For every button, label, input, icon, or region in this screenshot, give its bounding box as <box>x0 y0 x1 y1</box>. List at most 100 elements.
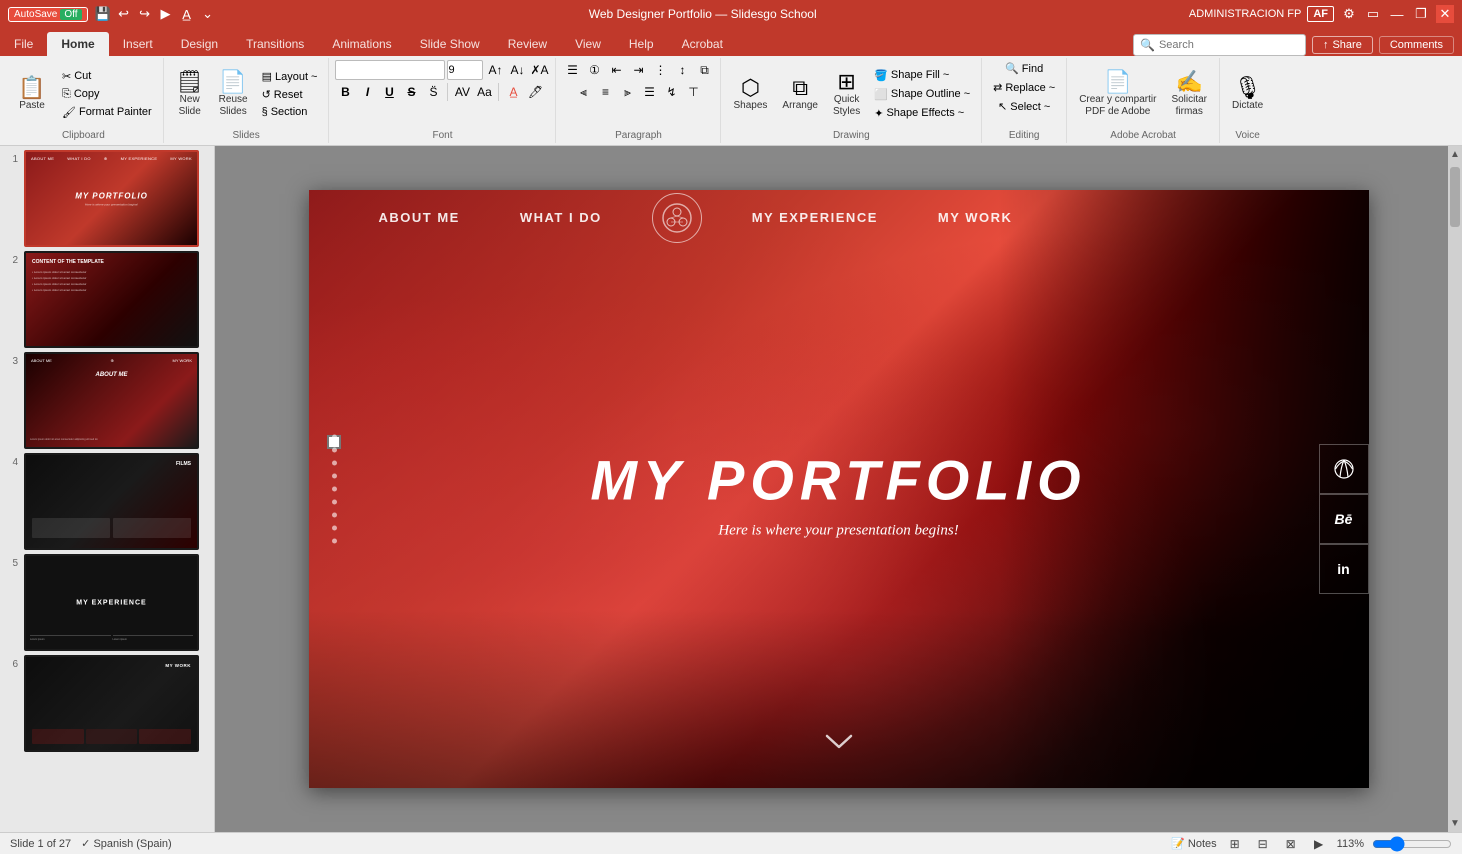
copy-button[interactable]: ⎘ Copy <box>57 86 157 103</box>
underline-button[interactable]: U <box>379 82 399 102</box>
slide-canvas[interactable]: ABOUT ME WHAT I DO MY EXPERIENCE MY <box>309 190 1369 788</box>
tab-help[interactable]: Help <box>615 32 668 56</box>
align-right-button[interactable]: ⫸ <box>617 82 637 102</box>
columns-button[interactable]: ⋮ <box>650 60 670 80</box>
nav-my-work[interactable]: MY WORK <box>908 210 1043 225</box>
shape-effects-button[interactable]: ✦ Shape Effects ~ <box>869 105 975 122</box>
comments-button[interactable]: Comments <box>1379 36 1454 54</box>
solicitar-firmas-button[interactable]: ✍ Solicitarfirmas <box>1165 68 1213 121</box>
slide-2-thumbnail[interactable]: CONTENT OF THE TEMPLATE • Lorem ipsum do… <box>24 251 199 348</box>
numbering-button[interactable]: ① <box>584 60 604 80</box>
quick-styles-button[interactable]: ⊞ QuickStyles <box>827 68 866 121</box>
shape-fill-button[interactable]: 🪣 Shape Fill ~ <box>869 67 975 84</box>
nav-experience[interactable]: MY EXPERIENCE <box>722 210 908 225</box>
reset-button[interactable]: ↺ Reset <box>257 86 323 103</box>
italic-button[interactable]: I <box>357 82 377 102</box>
slide-thumb-6[interactable]: 6 MY WORK <box>4 655 210 752</box>
convert-smartart-button[interactable]: ⧉ <box>694 60 714 80</box>
text-direction-button[interactable]: ↯ <box>661 82 681 102</box>
font-case-button[interactable]: Aa <box>474 82 494 102</box>
customize-icon[interactable]: A̲ <box>178 5 196 23</box>
font-size-decrease-button[interactable]: A↓ <box>507 60 527 80</box>
present-icon[interactable]: ▶ <box>157 5 175 23</box>
tab-insert[interactable]: Insert <box>109 32 167 56</box>
share-button[interactable]: ↑ Share <box>1312 36 1373 54</box>
tab-view[interactable]: View <box>561 32 615 56</box>
create-share-pdf-button[interactable]: 📄 Crear y compartirPDF de Adobe <box>1073 68 1162 121</box>
quick-access-expand[interactable]: ⌄ <box>199 5 217 23</box>
text-shadow-button[interactable]: S̈ <box>423 82 443 102</box>
character-spacing-button[interactable]: AV <box>452 82 472 102</box>
slide-sorter-button[interactable]: ⊟ <box>1253 836 1273 852</box>
line-spacing-button[interactable]: ↕ <box>672 60 692 80</box>
find-button[interactable]: 🔍 Find <box>1000 60 1048 77</box>
social-dribbble[interactable] <box>1319 444 1369 494</box>
ribbon-search-box[interactable]: 🔍 <box>1133 34 1306 56</box>
highlight-button[interactable]: 🖊 <box>525 82 545 102</box>
nav-what-i-do[interactable]: WHAT I DO <box>490 210 632 225</box>
save-icon[interactable]: 💾 <box>94 5 112 23</box>
slide-thumb-1[interactable]: 1 ABOUT ME WHAT I DO ⊕ MY EXPERIENCE MY … <box>4 150 210 247</box>
social-linkedin[interactable]: in <box>1319 544 1369 594</box>
tab-home[interactable]: Home <box>47 32 108 56</box>
shapes-button[interactable]: ⬡ Shapes <box>727 74 773 115</box>
nav-about-me[interactable]: ABOUT ME <box>349 210 490 225</box>
ribbon-display-icon[interactable]: ▭ <box>1364 5 1382 23</box>
font-color-button[interactable]: A̲ <box>503 82 523 102</box>
canvas-scrollbar[interactable]: ▲ ▼ <box>1448 146 1462 832</box>
section-button[interactable]: § Section <box>257 104 323 120</box>
replace-button[interactable]: ⇄ Replace ~ <box>988 79 1060 96</box>
slide-thumb-3[interactable]: 3 ABOUT ME ⊕ MY WORK ABOUT ME Lorem ipsu… <box>4 352 210 449</box>
tab-review[interactable]: Review <box>494 32 561 56</box>
new-slide-button[interactable]: 🗒 NewSlide <box>170 68 210 121</box>
align-left-button[interactable]: ⫷ <box>573 82 593 102</box>
minimize-button[interactable]: — <box>1388 5 1406 23</box>
format-painter-button[interactable]: 🖌 Format Painter <box>57 104 157 121</box>
zoom-slider[interactable] <box>1372 837 1452 851</box>
social-behance[interactable]: Bē <box>1319 494 1369 544</box>
dictate-button[interactable]: 🎙 Dictate <box>1226 74 1269 115</box>
scroll-up-arrow[interactable]: ▲ <box>1447 146 1462 163</box>
notes-button[interactable]: 📝 Notes <box>1171 837 1217 850</box>
slide-3-thumbnail[interactable]: ABOUT ME ⊕ MY WORK ABOUT ME Lorem ipsum … <box>24 352 199 449</box>
strikethrough-button[interactable]: S <box>401 82 421 102</box>
align-text-button[interactable]: ⊤ <box>683 82 703 102</box>
settings-icon[interactable]: ⚙ <box>1340 5 1358 23</box>
slideshow-button[interactable]: ▶ <box>1309 836 1329 852</box>
clear-formatting-button[interactable]: ✗A <box>529 60 549 80</box>
slide-thumb-4[interactable]: 4 FILMS <box>4 453 210 550</box>
undo-icon[interactable]: ↩ <box>115 5 133 23</box>
font-name-input[interactable] <box>335 60 445 80</box>
slide-thumb-2[interactable]: 2 CONTENT OF THE TEMPLATE • Lorem ipsum … <box>4 251 210 348</box>
slide-panel[interactable]: 1 ABOUT ME WHAT I DO ⊕ MY EXPERIENCE MY … <box>0 146 215 832</box>
tab-animations[interactable]: Animations <box>318 32 405 56</box>
redo-icon[interactable]: ↪ <box>136 5 154 23</box>
slide-thumb-5[interactable]: 5 MY EXPERIENCE Lorem ipsum Lorem ipsum <box>4 554 210 651</box>
slide-chevron-down[interactable] <box>824 730 854 758</box>
search-input[interactable] <box>1159 39 1299 51</box>
user-initials[interactable]: AF <box>1307 6 1334 22</box>
tab-slideshow[interactable]: Slide Show <box>406 32 494 56</box>
decrease-indent-button[interactable]: ⇤ <box>606 60 626 80</box>
reading-view-button[interactable]: ⊠ <box>1281 836 1301 852</box>
cut-button[interactable]: ✂ Cut <box>57 68 157 85</box>
normal-view-button[interactable]: ⊞ <box>1225 836 1245 852</box>
arrange-button[interactable]: ⧉ Arrange <box>776 74 824 115</box>
shape-outline-button[interactable]: ⬜ Shape Outline ~ <box>869 86 975 103</box>
slide-5-thumbnail[interactable]: MY EXPERIENCE Lorem ipsum Lorem ipsum <box>24 554 199 651</box>
autosave-badge[interactable]: AutoSave Off <box>8 7 88 22</box>
reuse-slides-button[interactable]: 📄 ReuseSlides <box>213 68 254 121</box>
increase-indent-button[interactable]: ⇥ <box>628 60 648 80</box>
font-size-increase-button[interactable]: A↑ <box>485 60 505 80</box>
bold-button[interactable]: B <box>335 82 355 102</box>
scroll-down-arrow[interactable]: ▼ <box>1447 815 1462 832</box>
layout-button[interactable]: ▤ Layout ~ <box>257 68 323 85</box>
justify-button[interactable]: ☰ <box>639 82 659 102</box>
slide-1-thumbnail[interactable]: ABOUT ME WHAT I DO ⊕ MY EXPERIENCE MY WO… <box>24 150 199 247</box>
align-center-button[interactable]: ≡ <box>595 82 615 102</box>
nav-logo[interactable] <box>652 193 702 243</box>
font-size-input[interactable] <box>447 60 483 80</box>
spell-check-icon[interactable]: ✓ <box>81 838 90 850</box>
paste-button[interactable]: 📋 Paste <box>10 74 54 115</box>
maximize-button[interactable]: ❐ <box>1412 5 1430 23</box>
